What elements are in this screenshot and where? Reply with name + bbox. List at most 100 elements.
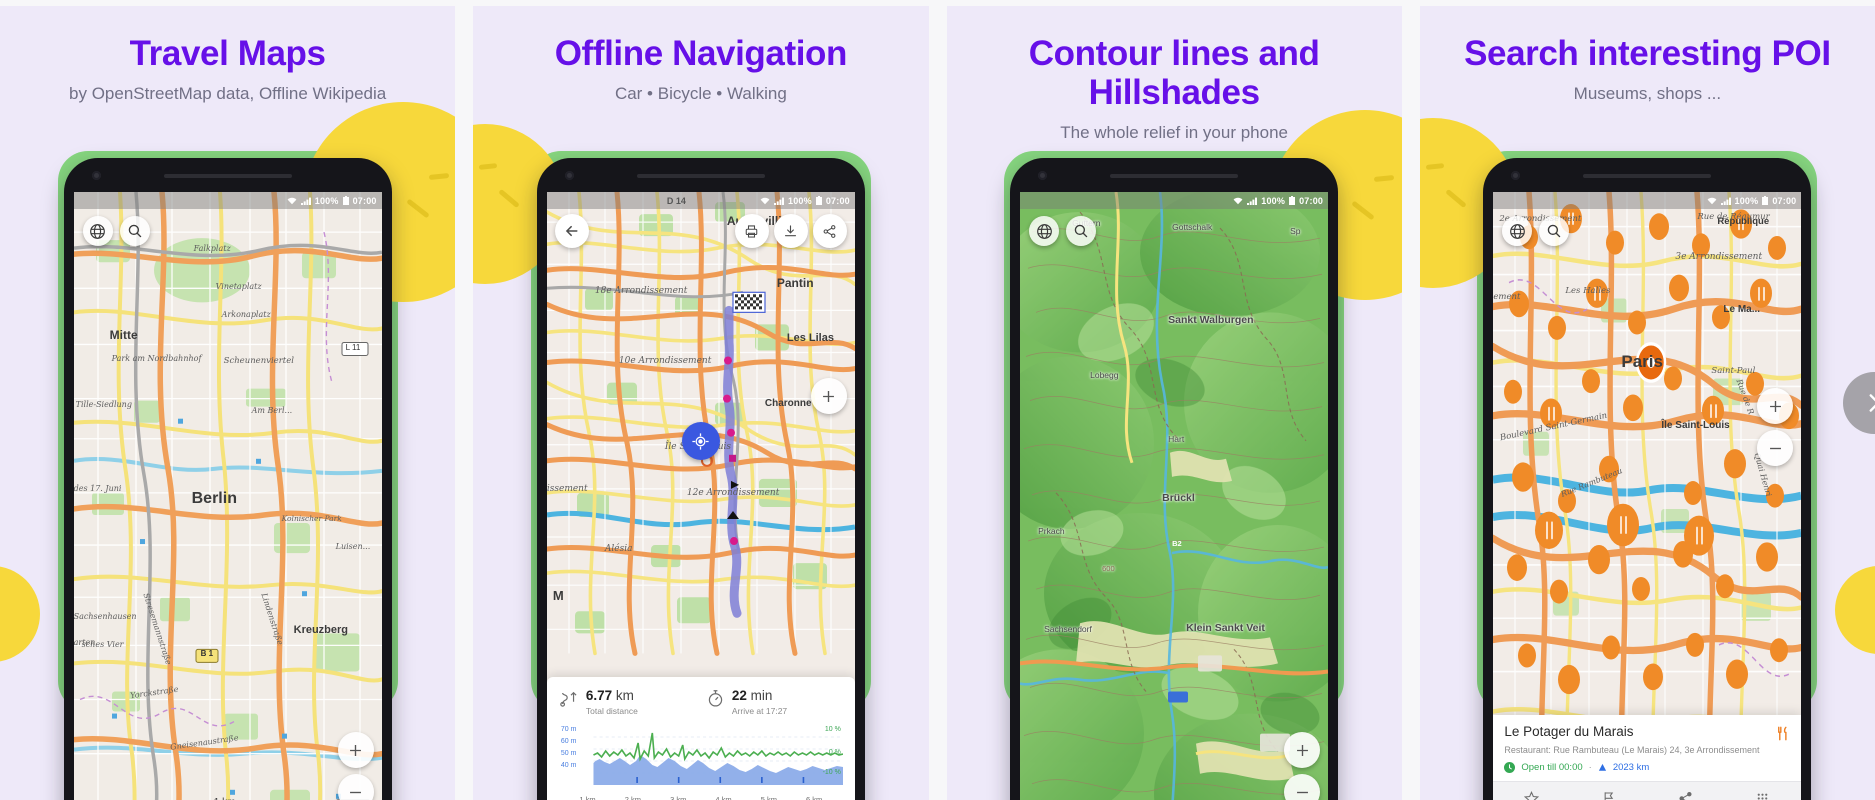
- page-subtitle: Car • Bicycle • Walking: [614, 84, 787, 104]
- print-icon: [746, 224, 758, 238]
- total-distance-stat: 6.77 km Total distance: [559, 687, 696, 716]
- plus-icon: [1769, 400, 1781, 412]
- battery-percent: 100%: [1734, 195, 1759, 206]
- signal-icon: [774, 197, 785, 205]
- search-button[interactable]: [119, 216, 150, 246]
- zoom-out-button[interactable]: [1757, 430, 1794, 466]
- page-title: Travel Maps: [129, 34, 326, 73]
- next-slide-button[interactable]: [1843, 372, 1875, 434]
- grid-dots-icon: [1724, 789, 1801, 800]
- elev-tick-left: 60 m: [560, 738, 577, 745]
- panel-contour-hillshades[interactable]: Contour lines and Hillshades The whole r…: [946, 6, 1402, 800]
- distance-value: 6.77: [585, 687, 613, 703]
- elev-tick-left: 50 m: [560, 750, 577, 757]
- poi-name: Le Potager du Marais: [1504, 723, 1634, 739]
- flag-icon: [1570, 789, 1647, 800]
- poi-action-add[interactable]: Add: [1493, 789, 1570, 800]
- search-button[interactable]: [1539, 216, 1570, 246]
- search-button[interactable]: [1066, 216, 1097, 246]
- phone-mockup: 100% 07:00: [63, 158, 392, 800]
- map-canvas-poi[interactable]: 2e Arrondissement République 3e Arrondis…: [1493, 192, 1802, 800]
- duration-unit: min: [750, 687, 773, 703]
- poi-description: Restaurant: Rue Rambuteau (Le Marais) 24…: [1504, 744, 1760, 755]
- map-canvas-terrain[interactable]: Guttern Gottschalk Sp Sankt Walburgen Lo…: [1020, 192, 1329, 800]
- zoom-out-button[interactable]: [1284, 774, 1321, 800]
- poi-action-marker[interactable]: Marker: [1570, 789, 1647, 800]
- total-distance-text: 6.77 km Total distance: [586, 687, 638, 716]
- map-vector-berlin: [73, 192, 382, 800]
- phone-screen[interactable]: 100% 07:00: [546, 192, 855, 800]
- zoom-in-button[interactable]: [810, 378, 847, 414]
- globe-icon: [90, 223, 106, 239]
- phone-screen[interactable]: 100% 07:00: [73, 192, 382, 800]
- signal-icon: [1247, 197, 1258, 205]
- stopwatch-icon: [706, 689, 725, 713]
- x-tick: 6 km: [806, 795, 823, 800]
- elev-tick-left: 70 m: [560, 726, 577, 733]
- download-button[interactable]: [773, 214, 808, 248]
- battery-icon: [815, 196, 822, 205]
- battery-percent: 100%: [788, 195, 812, 206]
- signal-icon: [300, 197, 311, 205]
- status-clock: 07:00: [352, 195, 377, 206]
- phone-screen[interactable]: 100% 07:00: [1493, 192, 1802, 800]
- nav-top-actions[interactable]: [547, 214, 855, 248]
- decor-blob-yellow: [1835, 566, 1875, 654]
- poi-open-status: Open till 00:00: [1521, 762, 1583, 773]
- minus-icon: [1769, 447, 1781, 449]
- signal-icon: [1720, 197, 1731, 205]
- panel-search-poi[interactable]: Search interesting POI Museums, shops ..…: [1419, 6, 1875, 800]
- phone-screen[interactable]: 100% 07:00: [1020, 192, 1329, 800]
- poi-action-share[interactable]: Share: [1647, 789, 1724, 800]
- zoom-in-button[interactable]: [1757, 388, 1794, 424]
- route-summary-sheet[interactable]: 6.77 km Total distance 22 min Arrive at …: [546, 676, 855, 800]
- globe-icon: [1509, 223, 1525, 239]
- phone-mockup: 100% 07:00: [536, 158, 865, 800]
- distance-caption: Total distance: [585, 705, 638, 716]
- x-tick: 5 km: [760, 795, 777, 800]
- nav-action-group[interactable]: [734, 214, 847, 248]
- back-button[interactable]: [554, 214, 589, 248]
- zoom-controls[interactable]: [1757, 388, 1794, 466]
- x-tick: 3 km: [670, 795, 687, 800]
- panel-headline: Travel Maps by OpenStreetMap data, Offli…: [0, 6, 455, 105]
- phone-mockup: 100% 07:00: [1483, 158, 1812, 800]
- page-subtitle: by OpenStreetMap data, Offline Wikipedia: [69, 84, 387, 104]
- my-location-button[interactable]: [681, 422, 720, 460]
- poi-action-row[interactable]: Add Marker Share: [1493, 781, 1802, 800]
- poi-meta: Open till 00:00 · 2023 km: [1504, 762, 1790, 773]
- map-vector-terrain: [1020, 192, 1329, 800]
- poi-action-actions[interactable]: Actions: [1724, 789, 1801, 800]
- route-distance-icon: [559, 690, 579, 712]
- star-icon: [1493, 789, 1570, 800]
- poi-detail-card[interactable]: Le Potager du Marais Restaurant: Rue Ram…: [1493, 714, 1802, 800]
- zoom-out-button[interactable]: [337, 774, 374, 800]
- wifi-icon: [760, 197, 770, 204]
- zoom-in-button[interactable]: [337, 732, 374, 768]
- layers-button[interactable]: [1502, 216, 1533, 246]
- map-canvas-berlin[interactable]: Falkplatz Vinetaplatz Arkonaplatz Mitte …: [73, 192, 382, 800]
- my-location-icon: [692, 432, 709, 450]
- elev-tick-right: -10 %: [822, 769, 841, 776]
- battery-percent: 100%: [1261, 195, 1286, 206]
- panel-headline: Search interesting POI Museums, shops ..…: [1420, 6, 1875, 105]
- status-bar: 100% 07:00: [1493, 192, 1802, 209]
- decor-blob-yellow-left: [0, 566, 40, 662]
- layers-button[interactable]: [82, 216, 113, 246]
- zoom-controls[interactable]: [1284, 732, 1321, 800]
- search-icon: [1074, 224, 1088, 238]
- status-bar: 100% 07:00: [546, 192, 855, 209]
- share-button[interactable]: [812, 214, 847, 248]
- page-title: Offline Navigation: [554, 34, 848, 73]
- elev-tick-right: 10 %: [824, 726, 841, 733]
- elevation-profile-chart[interactable]: 70 m 60 m 50 m 40 m 10 % 0 % -10 %: [559, 725, 843, 793]
- zoom-in-button[interactable]: [1284, 732, 1321, 768]
- elev-tick-left: 40 m: [560, 762, 577, 769]
- panel-offline-navigation[interactable]: Offline Navigation Car • Bicycle • Walki…: [473, 6, 929, 800]
- panel-travel-maps[interactable]: Travel Maps by OpenStreetMap data, Offli…: [0, 6, 456, 800]
- restaurant-icon: [1775, 726, 1790, 744]
- layers-button[interactable]: [1029, 216, 1060, 246]
- zoom-controls[interactable]: [337, 732, 374, 800]
- print-button[interactable]: [734, 214, 769, 248]
- route-stats: 6.77 km Total distance 22 min Arrive at …: [559, 687, 843, 716]
